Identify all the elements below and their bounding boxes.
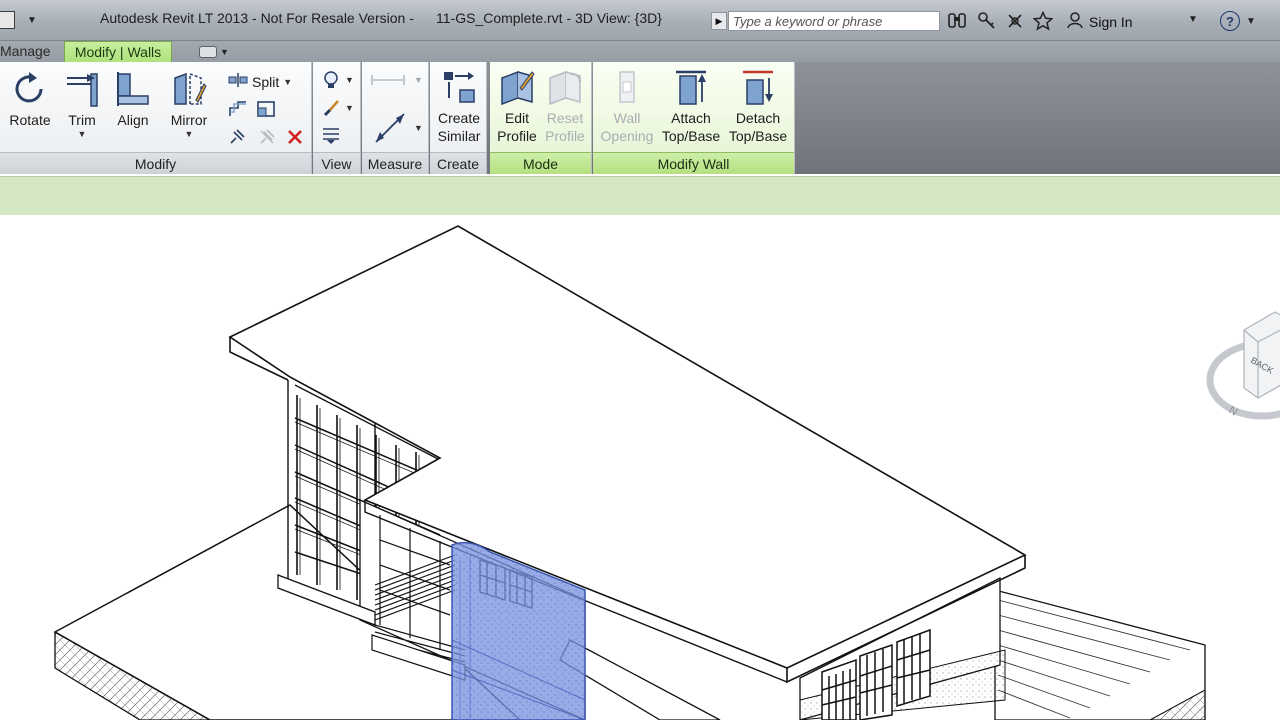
attach-top-base-button[interactable]: Attach Top/Base xyxy=(659,68,723,145)
subscription-key-icon[interactable] xyxy=(976,10,998,32)
trim-extend-icon xyxy=(63,70,101,111)
title-bar: ▼ Autodesk Revit LT 2013 - Not For Resal… xyxy=(0,0,1280,41)
tab-manage[interactable]: Manage xyxy=(0,43,51,59)
create-panel: Create Similar Create xyxy=(430,62,487,174)
mirror-icon xyxy=(170,70,208,111)
detach-label-line2: Top/Base xyxy=(728,128,788,144)
view-panel: ▼ ▼ View xyxy=(313,62,361,174)
linework-dropdown-icon[interactable]: ▼ xyxy=(345,103,354,113)
mirror-button[interactable]: Mirror ▼ xyxy=(164,70,214,139)
detach-label-line1: Detach xyxy=(735,110,781,126)
measure-panel-label[interactable]: Measure xyxy=(362,152,428,174)
scale-button[interactable] xyxy=(256,100,276,118)
options-bar xyxy=(0,176,1280,216)
modify-wall-panel-label[interactable]: Modify Wall xyxy=(593,152,794,174)
mode-panel-label[interactable]: Mode xyxy=(490,152,591,174)
quick-access-icon[interactable] xyxy=(0,11,15,29)
binoculars-icon[interactable] xyxy=(946,10,968,32)
modify-panel-label[interactable]: Modify xyxy=(0,152,311,174)
split-dropdown-icon[interactable]: ▼ xyxy=(283,77,292,87)
create-panel-label[interactable]: Create xyxy=(430,152,486,174)
create-similar-label-line2: Similar xyxy=(437,128,481,144)
app-title: Autodesk Revit LT 2013 - Not For Resale … xyxy=(100,10,414,26)
communication-center-icon[interactable] xyxy=(1004,10,1026,32)
modify-wall-panel: Wall Opening Attach Top/Base Detach Top/… xyxy=(593,62,795,174)
create-similar-button[interactable]: Create Similar xyxy=(432,68,486,145)
help-dropdown-icon[interactable]: ▼ xyxy=(1246,16,1256,27)
quick-access-toolbar[interactable]: ▼ xyxy=(0,9,37,31)
edit-profile-label-line1: Edit xyxy=(504,110,530,126)
align-icon xyxy=(114,70,152,111)
create-similar-icon xyxy=(440,68,478,109)
sign-in-button[interactable]: Sign In xyxy=(1066,11,1133,32)
delete-icon[interactable] xyxy=(286,128,304,146)
linework-brush-icon[interactable]: ▼ xyxy=(321,98,354,118)
trim-dropdown-icon[interactable]: ▼ xyxy=(78,129,87,139)
mirror-label: Mirror xyxy=(170,112,208,128)
quick-access-dropdown-icon[interactable]: ▼ xyxy=(27,15,37,26)
wall-opening-button: Wall Opening xyxy=(597,68,657,145)
wall-opening-icon xyxy=(608,68,646,109)
split-button[interactable]: Split ▼ xyxy=(228,72,292,91)
ribbon-toggle-dropdown-icon: ▼ xyxy=(220,47,229,57)
sign-in-dropdown-icon[interactable]: ▼ xyxy=(1188,14,1198,25)
measure-distance-icon: ▼ xyxy=(370,72,423,88)
ribbon-toggle-icon xyxy=(199,46,217,58)
align-label: Align xyxy=(117,112,149,128)
ribbon: Rotate Trim ▼ Align Mirror ▼ Split ▼ Mod… xyxy=(0,62,1280,257)
split-icon xyxy=(228,72,248,91)
modify-panel: Rotate Trim ▼ Align Mirror ▼ Split ▼ Mod… xyxy=(0,62,312,174)
rotate-button[interactable]: Rotate xyxy=(6,70,54,129)
help-button[interactable]: ? ▼ xyxy=(1220,11,1256,31)
edit-profile-icon xyxy=(498,68,536,109)
wall-opening-label-line2: Opening xyxy=(600,128,654,144)
measure-dropdown-icon: ▼ xyxy=(414,75,423,85)
reset-profile-icon xyxy=(546,68,584,109)
search-input[interactable] xyxy=(728,11,940,31)
align-button[interactable]: Align xyxy=(110,70,156,129)
pin-icon[interactable] xyxy=(228,128,246,146)
create-similar-label-line1: Create xyxy=(437,110,481,126)
thin-lines-icon[interactable] xyxy=(321,126,341,144)
mirror-dropdown-icon[interactable]: ▼ xyxy=(185,129,194,139)
minimize-ribbon-toggle[interactable]: ▼ xyxy=(199,45,229,59)
split-label: Split xyxy=(252,73,280,90)
unpin-icon xyxy=(258,128,276,146)
reset-profile-button: Reset Profile xyxy=(540,68,590,145)
search-expand-icon[interactable]: ▶ xyxy=(711,12,727,30)
measure-panel: ▼ ▼ Measure xyxy=(362,62,429,174)
attach-label-line2: Top/Base xyxy=(661,128,721,144)
deck-right xyxy=(994,589,1206,721)
rotate-label: Rotate xyxy=(9,112,51,128)
mode-panel: Edit Profile Reset Profile Mode xyxy=(490,62,592,174)
trim-label: Trim xyxy=(68,112,96,128)
file-title: 11-GS_Complete.rvt - 3D View: {3D} xyxy=(436,10,662,26)
edit-profile-label-line2: Profile xyxy=(497,128,537,144)
reset-profile-label-line1: Reset xyxy=(546,110,584,126)
trim-button[interactable]: Trim ▼ xyxy=(60,70,104,139)
reset-profile-label-line2: Profile xyxy=(545,128,585,144)
offset-button[interactable] xyxy=(228,100,248,118)
detach-top-base-icon xyxy=(739,68,777,109)
tab-modify-walls[interactable]: Modify | Walls xyxy=(64,41,172,63)
3d-viewport[interactable]: BACK N xyxy=(0,215,1280,722)
favorites-star-icon[interactable] xyxy=(1032,10,1054,32)
dimension-dropdown-icon[interactable]: ▼ xyxy=(414,123,423,133)
aligned-dimension-icon[interactable]: ▼ xyxy=(370,108,423,148)
ribbon-tab-bar: Manage Modify | Walls ▼ xyxy=(0,41,1280,63)
override-graphics-button[interactable]: ▼ xyxy=(321,70,354,90)
sign-in-label: Sign In xyxy=(1089,13,1133,30)
view-panel-label[interactable]: View xyxy=(313,152,360,174)
attach-top-base-icon xyxy=(672,68,710,109)
help-icon: ? xyxy=(1220,11,1240,31)
wall-opening-label-line1: Wall xyxy=(613,110,641,126)
user-icon xyxy=(1066,11,1084,32)
detach-top-base-button[interactable]: Detach Top/Base xyxy=(725,68,791,145)
rotate-icon xyxy=(11,70,49,111)
building-3d-model[interactable]: BACK N xyxy=(0,215,1280,722)
viewcube[interactable]: BACK N xyxy=(1206,311,1280,420)
attach-label-line1: Attach xyxy=(671,110,711,126)
override-dropdown-icon[interactable]: ▼ xyxy=(345,75,354,85)
edit-profile-button[interactable]: Edit Profile xyxy=(492,68,542,145)
